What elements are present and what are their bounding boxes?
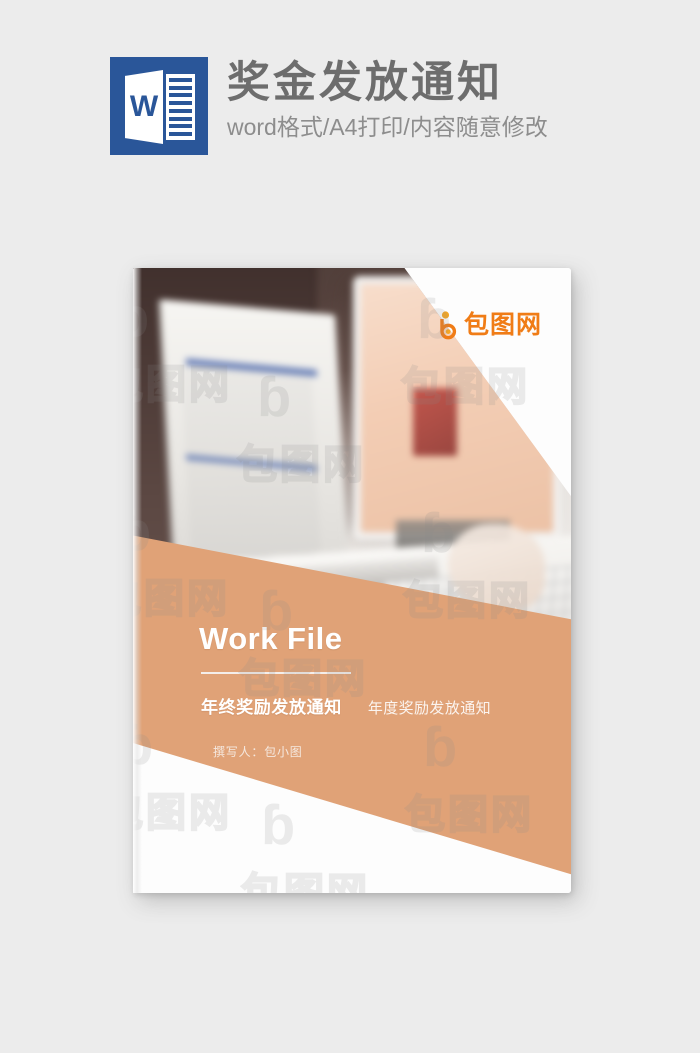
word-icon-letter: W <box>129 90 159 123</box>
baotu-logo: 包图网 <box>438 310 542 340</box>
cover-subtitle-main: 年终奖励发放通知 <box>201 698 342 717</box>
word-file-icon: W <box>110 57 208 155</box>
cover-author: 撰写人：包小图 <box>213 745 303 759</box>
cover-divider <box>201 672 351 674</box>
header-text-group: 奖金发放通知 word格式/A4打印/内容随意修改 <box>227 57 548 142</box>
word-icon-text-lines <box>166 74 195 140</box>
baotu-logo-text: 包图网 <box>464 310 543 339</box>
page-root: W 奖金发放通知 word格式/A4打印/内容随意修改 包图网 Work Fil… <box>0 0 700 1053</box>
brochure-mockup: 包图网 Work File 年终奖励发放通知 年度奖励发放通知 撰写人：包小图 … <box>133 268 571 893</box>
cover-subtitle-row: 年终奖励发放通知 年度奖励发放通知 <box>201 698 491 718</box>
cover-headline: Work File <box>199 621 343 656</box>
brochure-cover: 包图网 Work File 年终奖励发放通知 年度奖励发放通知 撰写人：包小图 … <box>133 268 571 893</box>
cover-subtitle-alt: 年度奖励发放通知 <box>367 700 492 717</box>
baotu-b-mark-icon <box>438 310 458 340</box>
header-banner: W 奖金发放通知 word格式/A4打印/内容随意修改 <box>0 0 700 210</box>
page-title: 奖金发放通知 <box>227 59 503 107</box>
cover-text-group: Work File 年终奖励发放通知 年度奖励发放通知 撰写人：包小图 <box>133 268 571 893</box>
page-subtitle: word格式/A4打印/内容随意修改 <box>227 114 548 141</box>
